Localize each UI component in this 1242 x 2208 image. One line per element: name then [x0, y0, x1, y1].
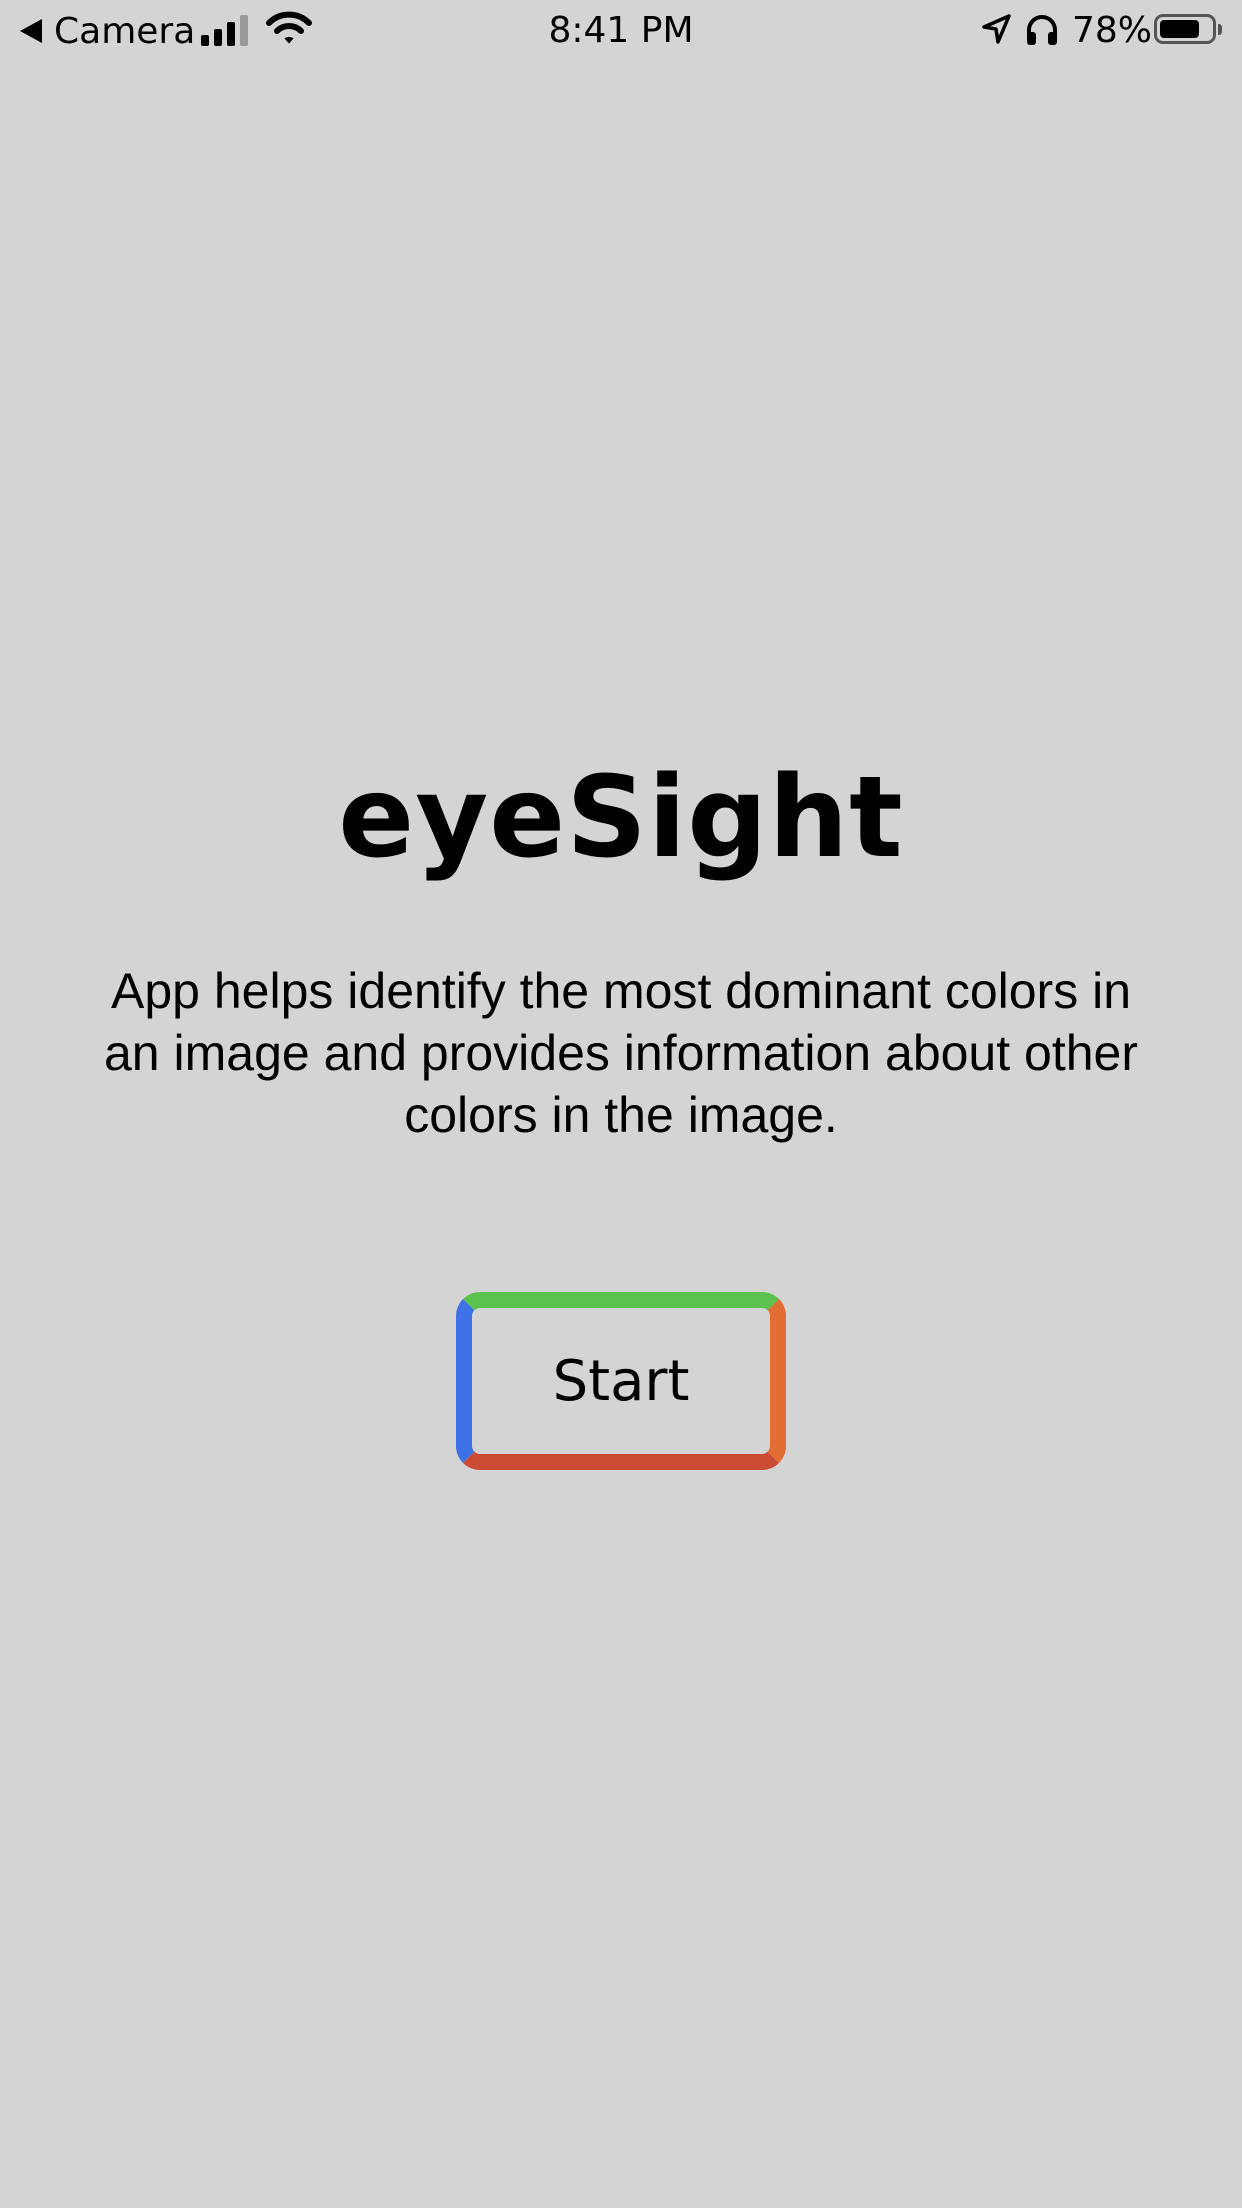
battery-icon	[1154, 14, 1222, 44]
headphones-icon	[1027, 15, 1057, 45]
battery-percent: 78%	[1072, 10, 1153, 51]
location-icon	[982, 14, 1011, 44]
start-button[interactable]: Start	[456, 1292, 786, 1470]
status-bar: Camera 8:41 PM 78%	[0, 0, 1242, 62]
app-title: eyeSight	[338, 753, 904, 883]
start-button-label: Start	[552, 1348, 690, 1414]
app-description: App helps identify the most dominant col…	[104, 963, 1138, 1143]
